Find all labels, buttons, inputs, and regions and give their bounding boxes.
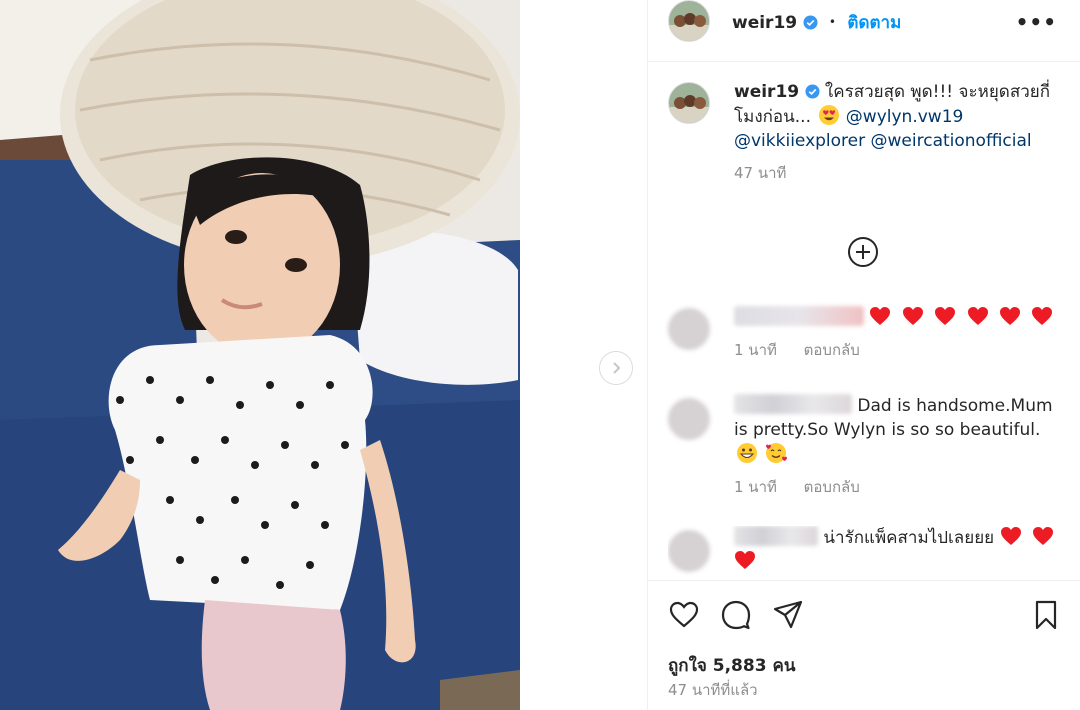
comment-timestamp[interactable]: 1 นาที bbox=[734, 478, 777, 496]
heart-icon[interactable] bbox=[668, 599, 700, 631]
commenter-username-blurred[interactable] bbox=[734, 306, 864, 326]
comment-body: Dad is handsome.Mum is pretty.So Wylyn i… bbox=[734, 394, 1064, 499]
header-user-line: weir19 • ติดตาม bbox=[732, 9, 901, 36]
red-heart-emoji-icon bbox=[967, 307, 988, 325]
author-username[interactable]: weir19 bbox=[732, 13, 797, 33]
comment-item: น่ารักแพ็คสามไปเลยยย bbox=[668, 526, 1068, 578]
caption-text-block: weir19 ใครสวยสุด พูด!!! จะหยุดสวยกี่โมงก… bbox=[734, 80, 1064, 185]
mention-link[interactable]: @wylyn.vw19 bbox=[846, 107, 964, 127]
post-photo[interactable] bbox=[0, 0, 520, 710]
photo-illustration bbox=[0, 0, 520, 710]
commenter-avatar[interactable] bbox=[668, 308, 710, 350]
next-arrow-icon bbox=[613, 362, 621, 374]
caption-timestamp[interactable]: 47 นาที bbox=[734, 161, 1064, 185]
comment-meta: 1 นาที ตอบกลับ bbox=[734, 475, 1064, 499]
post-actions: ถูกใจ 5,883 คน 47 นาทีที่แล้ว bbox=[648, 580, 1080, 710]
commenter-username-blurred[interactable] bbox=[734, 526, 818, 546]
red-heart-emoji-icon bbox=[1032, 307, 1053, 325]
red-heart-emoji-icon bbox=[735, 551, 755, 569]
author-avatar[interactable] bbox=[668, 0, 710, 42]
bookmark-icon[interactable] bbox=[1030, 599, 1062, 631]
caption-author-avatar[interactable] bbox=[668, 82, 710, 124]
follow-button[interactable]: ติดตาม bbox=[847, 13, 901, 33]
share-icon[interactable] bbox=[772, 599, 804, 631]
heart-row bbox=[869, 307, 1058, 328]
post-timestamp[interactable]: 47 นาทีที่แล้ว bbox=[668, 678, 758, 702]
red-heart-emoji-icon bbox=[935, 307, 956, 325]
commenter-username-blurred[interactable] bbox=[734, 394, 852, 414]
avatar-image bbox=[669, 83, 709, 123]
separator-dot: • bbox=[828, 15, 836, 29]
comment-body: 1 นาที ตอบกลับ bbox=[734, 306, 1064, 362]
red-heart-emoji-icon bbox=[870, 307, 891, 325]
red-heart-emoji-icon bbox=[902, 307, 923, 325]
comment-timestamp[interactable]: 1 นาที bbox=[734, 341, 777, 359]
mention-link[interactable]: @weircationofficial bbox=[871, 131, 1032, 151]
smiling-face-with-hearts-emoji-icon bbox=[766, 443, 788, 463]
likes-count[interactable]: ถูกใจ 5,883 คน bbox=[668, 652, 795, 679]
commenter-avatar[interactable] bbox=[668, 398, 710, 440]
red-heart-emoji-icon bbox=[1000, 527, 1021, 545]
next-photo-button[interactable] bbox=[599, 351, 633, 385]
red-heart-emoji-icon bbox=[1000, 307, 1021, 325]
comment-text: น่ารักแพ็คสามไปเลยยย bbox=[823, 528, 995, 548]
load-more-icon[interactable] bbox=[847, 236, 879, 268]
reply-button[interactable]: ตอบกลับ bbox=[804, 341, 860, 359]
verified-badge-icon bbox=[804, 84, 820, 99]
grinning-face-emoji-icon bbox=[737, 443, 757, 463]
more-options-icon[interactable]: ••• bbox=[1016, 10, 1057, 34]
commenter-avatar[interactable] bbox=[668, 530, 710, 572]
post-header: weir19 • ติดตาม ••• bbox=[648, 0, 1080, 62]
comment-body: น่ารักแพ็คสามไปเลยยย bbox=[734, 526, 1064, 574]
heart-eyes-emoji-icon bbox=[819, 105, 840, 125]
post-side-panel: weir19 • ติดตาม ••• weir19 ใครสวยสุด พูด… bbox=[647, 0, 1080, 710]
comment-icon[interactable] bbox=[720, 599, 752, 631]
reply-button[interactable]: ตอบกลับ bbox=[804, 478, 860, 496]
avatar-image bbox=[669, 1, 709, 41]
red-heart-emoji-icon bbox=[1032, 527, 1053, 545]
verified-badge-icon bbox=[802, 15, 818, 30]
mention-link[interactable]: @vikkiiexplorer bbox=[734, 131, 865, 151]
instagram-post: weir19 • ติดตาม ••• weir19 ใครสวยสุด พูด… bbox=[0, 0, 1080, 710]
comment-meta: 1 นาที ตอบกลับ bbox=[734, 338, 1064, 362]
caption-username[interactable]: weir19 bbox=[734, 82, 799, 102]
